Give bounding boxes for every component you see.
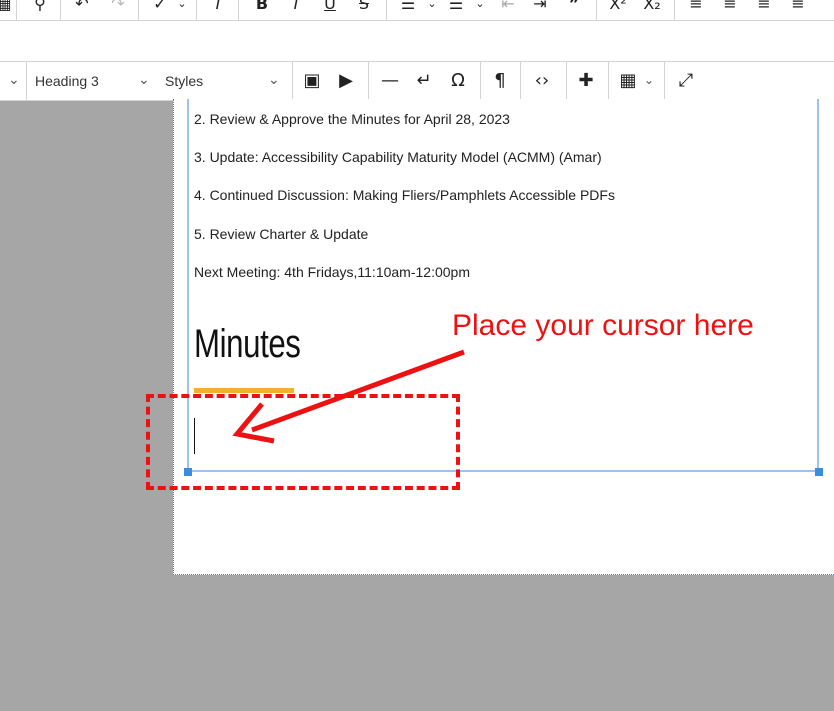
arrow-icon bbox=[232, 349, 465, 444]
